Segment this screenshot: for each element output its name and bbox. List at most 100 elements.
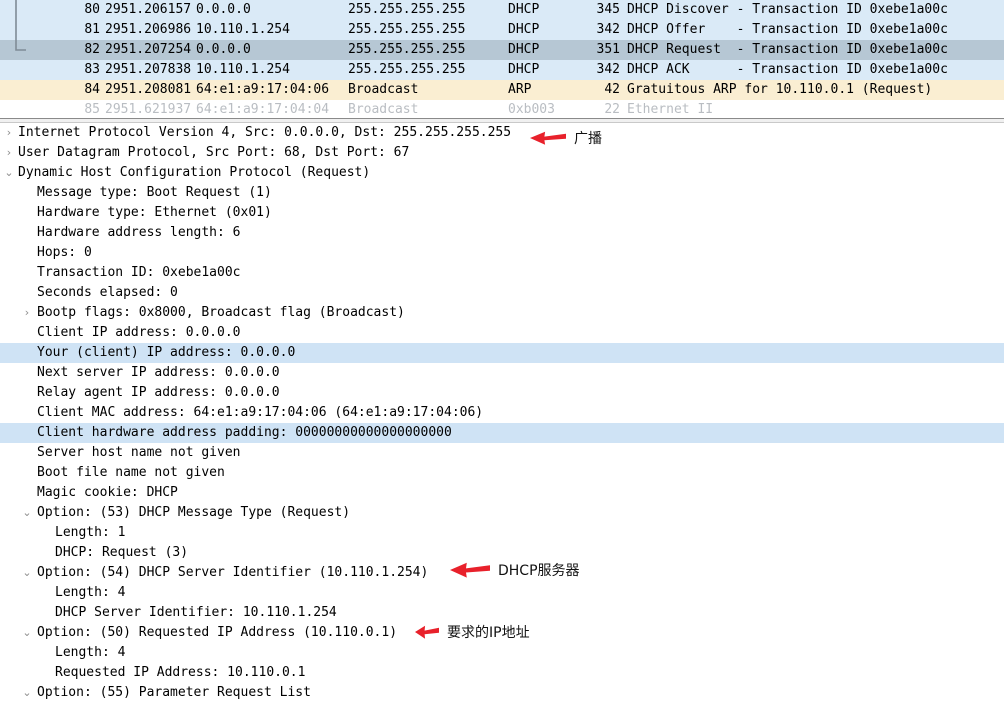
packet-time-cell: 2951.206986 [105, 22, 191, 37]
packet-detail-row[interactable]: Magic cookie: DHCP [0, 483, 1004, 503]
packet-detail-row[interactable]: Hardware type: Ethernet (0x01) [0, 203, 1004, 223]
packet-detail-label: Length: 4 [55, 585, 126, 600]
chevron-right-icon[interactable]: › [2, 123, 16, 143]
packet-detail-row[interactable]: Your (client) IP address: 0.0.0.0 [0, 343, 1004, 363]
packet-detail-row[interactable]: Message type: Boot Request (1) [0, 183, 1004, 203]
packet-detail-row[interactable]: Hardware address length: 6 [0, 223, 1004, 243]
packet-detail-row[interactable]: › User Datagram Protocol, Src Port: 68, D… [0, 143, 1004, 163]
chevron-down-icon[interactable]: ⌄ [2, 163, 16, 183]
packet-detail-row[interactable]: Requested IP Address: 10.110.0.1 [0, 663, 1004, 683]
packet-list-row[interactable]: 80 2951.206157 0.0.0.0 255.255.255.255 DHCP 3… [0, 0, 1004, 20]
packet-detail-row[interactable]: › Bootp flags: 0x8000, Broadcast flag (Br… [0, 303, 1004, 323]
packet-destination-cell: Broadcast [348, 82, 419, 97]
packet-detail-label: Client hardware address padding: 0000000… [37, 425, 452, 440]
packet-detail-row[interactable]: Next server IP address: 0.0.0.0 [0, 363, 1004, 383]
packet-detail-row[interactable]: ⌄ Option: (50) Requested IP Address (10.1… [0, 623, 1004, 643]
packet-detail-label: Option: (53) DHCP Message Type (Request) [37, 505, 351, 520]
packet-list-row[interactable]: 84 2951.208081 64:e1:a9:17:04:06 Broadcast A… [0, 80, 1004, 100]
packet-info-cell: Gratuitous ARP for 10.110.0.1 (Request) [627, 82, 933, 97]
packet-detail-row[interactable]: DHCP Server Identifier: 10.110.1.254 [0, 603, 1004, 623]
packet-info-cell: DHCP Request - Transaction ID 0xebe1a00c [627, 42, 948, 57]
packet-info-cell: DHCP Offer - Transaction ID 0xebe1a00c [627, 22, 948, 37]
packet-detail-row[interactable]: Length: 1 [0, 523, 1004, 543]
packet-destination-cell: 255.255.255.255 [348, 62, 466, 77]
packet-detail-row[interactable]: › Internet Protocol Version 4, Src: 0.0.0… [0, 123, 1004, 143]
packet-detail-row[interactable]: Client IP address: 0.0.0.0 [0, 323, 1004, 343]
packet-destination-cell: 255.255.255.255 [348, 42, 466, 57]
chevron-down-icon[interactable]: ⌄ [20, 563, 34, 583]
packet-source-cell: 64:e1:a9:17:04:06 [196, 82, 330, 97]
packet-length-cell: 342 [596, 62, 620, 77]
packet-detail-label: Boot file name not given [37, 465, 225, 480]
packet-detail-row[interactable]: Server host name not given [0, 443, 1004, 463]
packet-time-cell: 2951.207254 [105, 42, 191, 57]
packet-detail-label: Magic cookie: DHCP [37, 485, 178, 500]
packet-detail-row[interactable]: Length: 4 [0, 583, 1004, 603]
chevron-down-icon[interactable]: ⌄ [20, 623, 34, 643]
packet-detail-row[interactable]: Boot file name not given [0, 463, 1004, 483]
packet-detail-row[interactable]: Hops: 0 [0, 243, 1004, 263]
packet-length-cell: 345 [596, 2, 620, 17]
packet-detail-row[interactable]: Relay agent IP address: 0.0.0.0 [0, 383, 1004, 403]
packet-detail-label: Internet Protocol Version 4, Src: 0.0.0.… [18, 125, 512, 140]
packet-detail-row[interactable]: ⌄ Option: (55) Parameter Request List [0, 683, 1004, 703]
packet-no-cell: 82 [84, 42, 100, 57]
packet-list-row[interactable]: 83 2951.207838 10.110.1.254 255.255.255.255… [0, 60, 1004, 80]
chevron-right-icon[interactable]: › [2, 143, 16, 163]
packet-length-cell: 342 [596, 22, 620, 37]
chevron-down-icon[interactable]: ⌄ [20, 683, 34, 703]
packet-detail-row[interactable]: ⌄ Option: (53) DHCP Message Type (Request… [0, 503, 1004, 523]
packet-detail-label: Seconds elapsed: 0 [37, 285, 178, 300]
packet-detail-label: Length: 1 [55, 525, 126, 540]
packet-info-cell: Ethernet II [627, 102, 714, 117]
packet-detail-label: DHCP Server Identifier: 10.110.1.254 [55, 605, 337, 620]
packet-source-cell: 0.0.0.0 [196, 42, 251, 57]
packet-list-pane[interactable]: 80 2951.206157 0.0.0.0 255.255.255.255 DHCP 3… [0, 0, 1004, 118]
chevron-right-icon[interactable]: › [20, 303, 34, 323]
packet-detail-label: User Datagram Protocol, Src Port: 68, Ds… [18, 145, 410, 160]
chevron-down-icon[interactable]: ⌄ [20, 503, 34, 523]
packet-source-cell: 0.0.0.0 [196, 2, 251, 17]
packet-list-row[interactable]: 85 2951.621937 64:e1:a9:17:04:04 Broadcast 0… [0, 100, 1004, 118]
packet-detail-label: Dynamic Host Configuration Protocol (Req… [18, 165, 371, 180]
packet-no-cell: 80 [84, 2, 100, 17]
packet-detail-row[interactable]: Seconds elapsed: 0 [0, 283, 1004, 303]
packet-detail-row[interactable]: Client hardware address padding: 0000000… [0, 423, 1004, 443]
packet-source-cell: 10.110.1.254 [196, 22, 290, 37]
packet-detail-row[interactable]: Transaction ID: 0xebe1a00c [0, 263, 1004, 283]
packet-detail-label: Transaction ID: 0xebe1a00c [37, 265, 241, 280]
packet-time-cell: 2951.208081 [105, 82, 191, 97]
packet-destination-cell: 255.255.255.255 [348, 22, 466, 37]
packet-detail-label: Message type: Boot Request (1) [37, 185, 272, 200]
packet-list-row[interactable]: 82 2951.207254 0.0.0.0 255.255.255.255 DHCP 3… [0, 40, 1004, 60]
packet-detail-label: Hardware type: Ethernet (0x01) [37, 205, 272, 220]
packet-detail-label: Length: 4 [55, 645, 126, 660]
packet-detail-label: Option: (54) DHCP Server Identifier (10.… [37, 565, 429, 580]
packet-detail-pane[interactable]: › Internet Protocol Version 4, Src: 0.0.0… [0, 123, 1004, 709]
packet-detail-label: Client IP address: 0.0.0.0 [37, 325, 241, 340]
packet-no-cell: 85 [84, 102, 100, 117]
packet-detail-row[interactable]: ⌄ Dynamic Host Configuration Protocol (Re… [0, 163, 1004, 183]
packet-detail-row[interactable]: Length: 4 [0, 643, 1004, 663]
packet-source-cell: 10.110.1.254 [196, 62, 290, 77]
packet-detail-label: Server host name not given [37, 445, 241, 460]
packet-destination-cell: 255.255.255.255 [348, 2, 466, 17]
packet-detail-row[interactable]: DHCP: Request (3) [0, 543, 1004, 563]
packet-list-row[interactable]: 81 2951.206986 10.110.1.254 255.255.255.255… [0, 20, 1004, 40]
packet-detail-row[interactable]: ⌄ Option: (54) DHCP Server Identifier (10… [0, 563, 1004, 583]
packet-detail-row[interactable]: Client MAC address: 64:e1:a9:17:04:06 (6… [0, 403, 1004, 423]
packet-destination-cell: Broadcast [348, 102, 419, 117]
